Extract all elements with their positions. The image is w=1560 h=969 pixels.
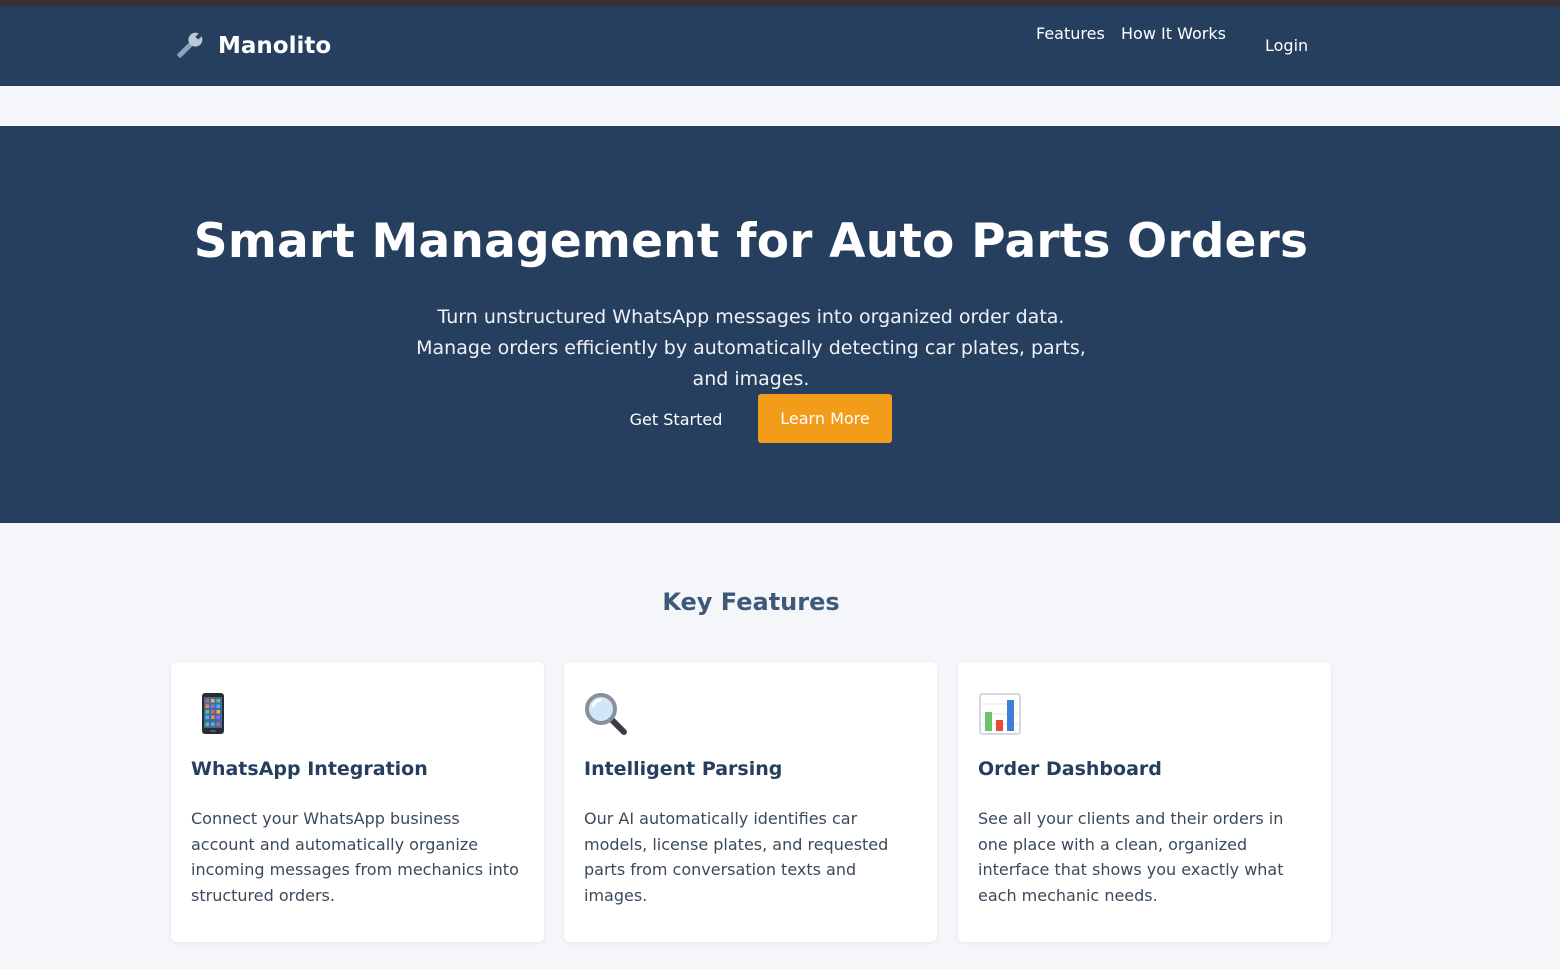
get-started-button[interactable]: Get Started (616, 394, 736, 444)
feature-description: See all your clients and their orders in… (978, 809, 1284, 905)
mobile-phone-icon (202, 693, 224, 734)
hero-subtitle: Turn unstructured WhatsApp messages into… (416, 306, 1086, 390)
feature-card-parsing: Intelligent Parsing Our AI automatically… (564, 662, 937, 942)
magnifying-glass-icon (585, 693, 627, 735)
feature-title: Order Dashboard (978, 758, 1162, 780)
feature-description: Connect your WhatsApp business account a… (191, 809, 519, 905)
features-title: Key Features (662, 588, 840, 616)
spacer-band (0, 86, 1560, 126)
nav-link-login[interactable]: Login (1265, 36, 1308, 55)
learn-more-button[interactable]: Learn More (758, 394, 892, 443)
feature-title: WhatsApp Integration (191, 758, 428, 780)
brand-logo[interactable]: Manolito (172, 28, 331, 64)
feature-description: Our AI automatically identifies car mode… (584, 809, 889, 905)
hero-section: Smart Management for Auto Parts Orders T… (0, 126, 1560, 523)
brand-name: Manolito (218, 33, 332, 59)
hero-title: Smart Management for Auto Parts Orders (193, 214, 1309, 269)
navbar: Manolito Features How It Works Login (0, 6, 1560, 86)
feature-card-whatsapp: WhatsApp Integration Connect your WhatsA… (171, 662, 544, 942)
feature-title: Intelligent Parsing (584, 758, 783, 780)
bar-chart-icon (979, 693, 1021, 735)
nav-link-features[interactable]: Features (1036, 24, 1105, 43)
wrench-icon (177, 32, 203, 58)
nav-link-how-it-works[interactable]: How It Works (1121, 24, 1226, 43)
feature-card-dashboard: Order Dashboard See all your clients and… (958, 662, 1331, 942)
